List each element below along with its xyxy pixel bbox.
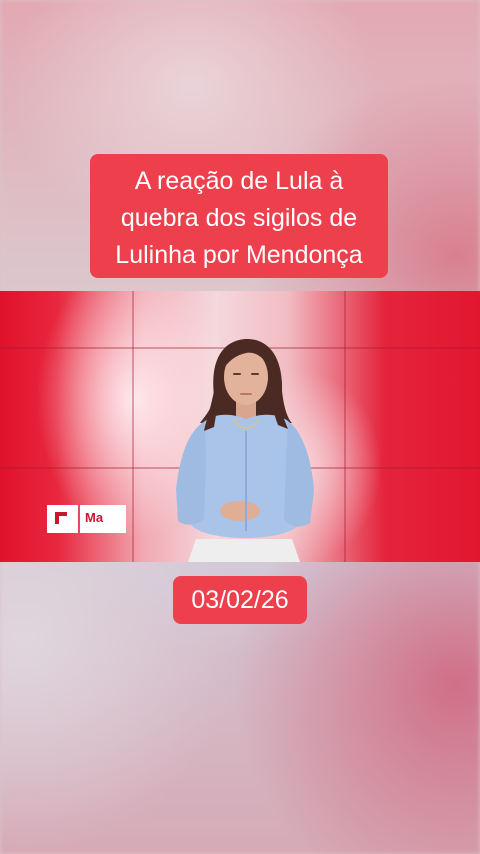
headline-line-3: Lulinha por Mendonça [115, 241, 363, 269]
date-badge: 03/02/26 [173, 576, 307, 624]
headline-line-2: quebra dos sigilos de [120, 204, 358, 232]
video-frame[interactable]: Ma [0, 291, 480, 562]
channel-logo-label: Ma [80, 505, 126, 533]
logo-corner-icon [55, 512, 67, 524]
headline-line-1: A reação de Lula à [134, 167, 344, 195]
channel-logo-mark [47, 505, 78, 533]
headline-caption: A reação de Lula à quebra dos sigilos de… [90, 154, 388, 278]
channel-logo-text: Ma [85, 510, 104, 525]
